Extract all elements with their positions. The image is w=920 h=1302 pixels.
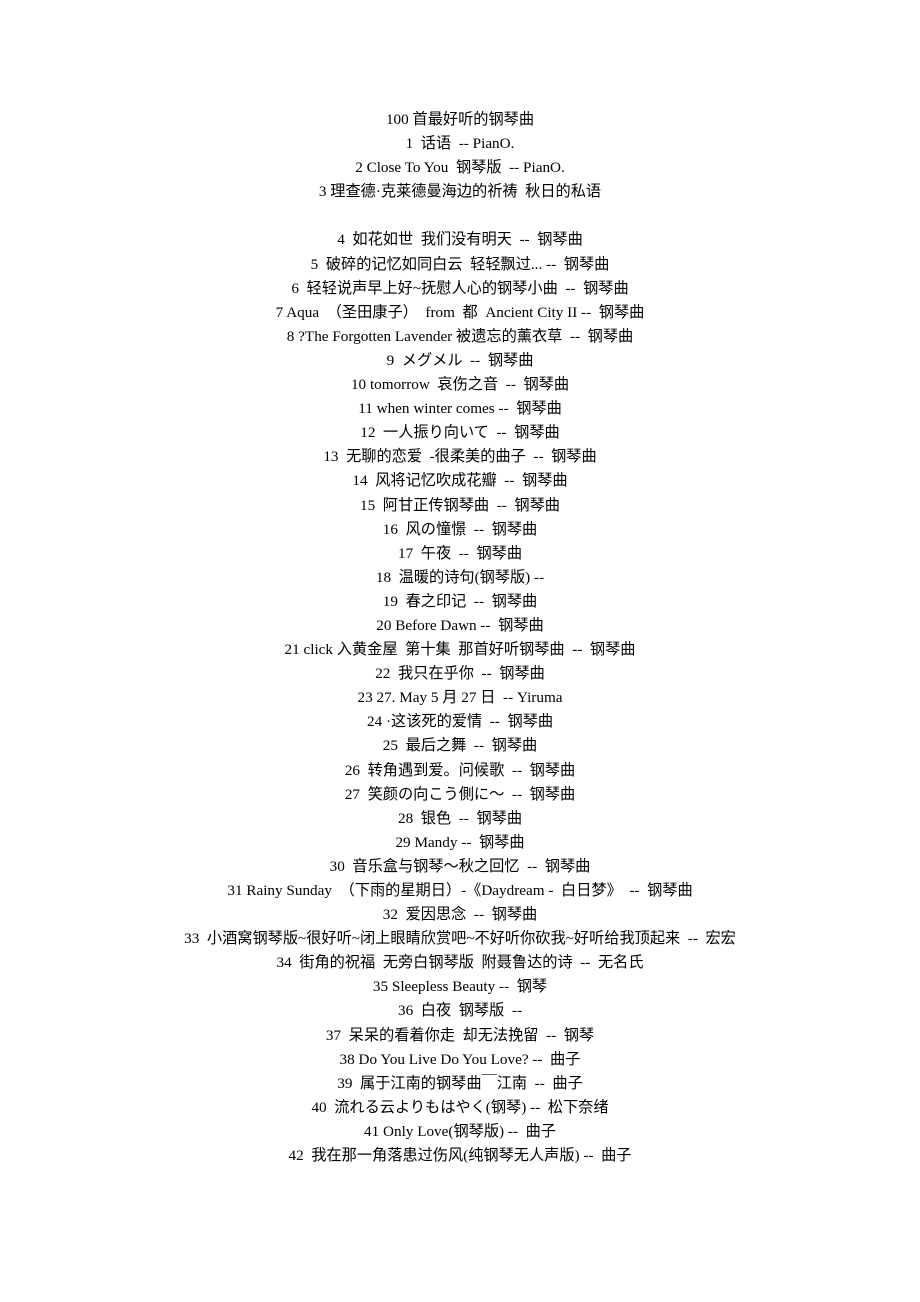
track-line: 14 风将记忆吹成花瓣 -- 钢琴曲 [352, 472, 568, 490]
track-line: 22 我只在乎你 -- 钢琴曲 [375, 665, 545, 683]
document-page: 100 首最好听的钢琴曲 1 话语 -- PianO. 2 Close To You… [0, 0, 920, 1302]
track-line: 10 tomorrow 哀伤之音 -- 钢琴曲 [350, 376, 570, 394]
track-line: 35 Sleepless Beauty -- 钢琴 [372, 978, 548, 996]
track-line: 6 轻轻说声早上好~抚慰人心的钢琴小曲 -- 钢琴曲 [291, 279, 629, 297]
track-line: 42 我在那一角落患过伤风(纯钢琴无人声版) -- 曲子 [288, 1147, 632, 1165]
track-line: 21 click 入黄金屋 第十集 那首好听钢琴曲 -- 钢琴曲 [284, 641, 636, 659]
track-line: 4 如花如世 我们没有明天 -- 钢琴曲 [337, 231, 583, 249]
track-line: 18 温暖的诗句(钢琴版) -- [375, 568, 545, 586]
track-line: 39 属于江南的钢琴曲￣江南 -- 曲子 [337, 1074, 583, 1092]
track-line: 7 Aqua （圣田康子） from 都 Ancient City II -- … [275, 303, 645, 321]
track-line: 31 Rainy Sunday （下雨的星期日）-《Daydream - 白日梦… [227, 882, 693, 899]
track-line: 38 Do You Live Do You Love? -- 曲子 [339, 1050, 581, 1068]
track-line: 17 午夜 -- 钢琴曲 [397, 544, 523, 562]
document-body: 100 首最好听的钢琴曲 1 话语 -- PianO. 2 Close To You… [75, 108, 845, 1168]
track-line: 25 最后之舞 -- 钢琴曲 [382, 737, 538, 755]
track-line: 27 笑颜の向こう側に～ -- 钢琴曲 [344, 785, 576, 803]
document-title: 100 首最好听的钢琴曲 [385, 111, 535, 128]
track-line: 20 Before Dawn -- 钢琴曲 [376, 616, 544, 634]
track-line: 16 风の憧憬 -- 钢琴曲 [382, 520, 538, 538]
track-line: 12 一人振り向いて -- 钢琴曲 [360, 424, 560, 442]
track-line: 36 白夜 钢琴版 -- [397, 1002, 523, 1020]
track-line: 37 呆呆的看着你走 却无法挽留 -- 钢琴 [325, 1026, 595, 1044]
track-line: 41 Only Love(钢琴版) -- 曲子 [364, 1122, 556, 1140]
track-line: 33 小酒窝钢琴版~很好听~闭上眼睛欣赏吧~不好听你砍我~好听给我顶起来 -- … [184, 930, 736, 948]
track-line: 5 破碎的记忆如同白云 轻轻飘过... -- 钢琴曲 [310, 255, 610, 273]
track-line: 8 ?The Forgotten Lavender 被遗忘的薰衣草 -- 钢琴曲 [286, 327, 634, 345]
track-line: 26 转角遇到爱。问候歌 -- 钢琴曲 [344, 761, 576, 779]
track-line: 13 无聊的恋爱 -很柔美的曲子 -- 钢琴曲 [323, 448, 597, 466]
track-line: 15 阿甘正传钢琴曲 -- 钢琴曲 [360, 496, 560, 514]
track-line: 1 话语 -- PianO. [405, 135, 515, 153]
track-line: 32 爱因思念 -- 钢琴曲 [382, 906, 538, 924]
track-line: 34 街角的祝福 无旁白钢琴版 附聂鲁达的诗 -- 无名氏 [276, 954, 644, 972]
track-line: 11 when winter comes -- 钢琴曲 [358, 400, 562, 418]
track-line: 29 Mandy -- 钢琴曲 [395, 833, 525, 851]
track-line: 28 银色 -- 钢琴曲 [397, 809, 523, 827]
track-line: 2 Close To You 钢琴版 -- PianO. [355, 159, 565, 177]
track-line: 40 流れる云よりもはやく(钢琴) -- 松下奈绪 [311, 1098, 609, 1116]
track-line: 24 ·这该死的爱情 -- 钢琴曲 [366, 713, 554, 731]
track-line: 30 音乐盒与钢琴～秋之回忆 -- 钢琴曲 [329, 857, 591, 875]
track-line: 19 春之印记 -- 钢琴曲 [382, 592, 538, 610]
track-line: 23 27. May 5 月 27 日 -- Yiruma [357, 689, 563, 707]
track-line: 3 理查德·克莱德曼海边的祈祷 秋日的私语 [318, 183, 602, 201]
track-line: 9 メグメル -- 钢琴曲 [386, 351, 534, 369]
